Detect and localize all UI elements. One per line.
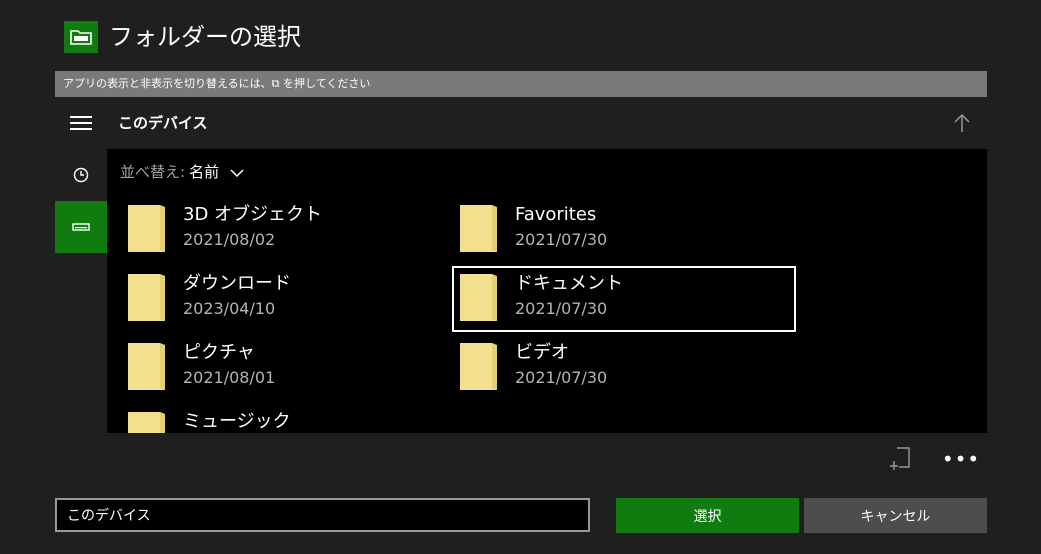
folder-tile[interactable]: ダウンロード 2023/04/10 <box>120 266 464 332</box>
folder-tile[interactable]: ビデオ 2021/07/30 <box>452 335 796 401</box>
sort-label: 並べ替え: <box>120 163 186 181</box>
folder-name: Favorites <box>515 204 597 225</box>
folder-date: 2021/08/01 <box>183 368 276 387</box>
folder-tile[interactable]: ピクチャ 2021/08/01 <box>120 335 464 401</box>
folder-name: ピクチャ <box>183 342 255 363</box>
title-bar: フォルダーの選択 <box>0 0 1041 71</box>
folder-date: 2021/07/30 <box>515 230 608 249</box>
hamburger-menu-button[interactable] <box>55 97 107 149</box>
file-browser: このデバイス 並べ替え: 名前 3D オブジェクト 2021/08/02 Favori… <box>107 97 987 485</box>
hint-text: アプリの表示と非表示を切り替えるには、⧉ を押してください <box>63 77 371 90</box>
new-folder-button[interactable] <box>885 445 915 473</box>
arrow-up-icon <box>954 113 970 132</box>
new-folder-icon <box>890 447 910 470</box>
more-icon: ••• <box>941 447 981 471</box>
chevron-down-icon <box>230 168 244 177</box>
folder-tile[interactable]: ミュージック <box>120 404 464 433</box>
folder-icon <box>128 412 165 433</box>
folder-name: 3D オブジェクト <box>183 204 323 225</box>
current-location: このデバイス <box>118 114 208 132</box>
select-button[interactable]: 選択 <box>616 498 799 533</box>
folder-date: 2021/07/30 <box>515 368 608 387</box>
folder-picker-icon <box>64 21 98 53</box>
folder-tile[interactable]: Favorites 2021/07/30 <box>452 197 796 263</box>
sort-value: 名前 <box>189 163 220 181</box>
folder-path-input[interactable]: このデバイス <box>55 498 590 532</box>
folder-icon <box>128 343 165 390</box>
hamburger-menu-icon <box>70 116 92 130</box>
drive-icon <box>72 223 90 231</box>
command-bar: ••• <box>107 433 987 485</box>
location-header: このデバイス <box>107 97 987 149</box>
clock-icon <box>73 167 89 183</box>
folder-tile[interactable]: ドキュメント 2021/07/30 <box>452 266 796 332</box>
folder-name: ビデオ <box>515 342 569 363</box>
keyboard-hint: アプリの表示と非表示を切り替えるには、⧉ を押してください <box>55 71 987 97</box>
folder-name: ミュージック <box>183 411 291 432</box>
folder-path-text: このデバイス <box>67 508 151 524</box>
folder-tile[interactable]: 3D オブジェクト 2021/08/02 <box>120 197 464 263</box>
cancel-button[interactable]: キャンセル <box>804 498 987 533</box>
folder-name: ダウンロード <box>183 273 291 294</box>
folder-date: 2021/07/30 <box>515 299 608 318</box>
folder-date: 2023/04/10 <box>183 299 276 318</box>
nav-recent[interactable] <box>55 149 107 201</box>
folder-icon <box>460 343 497 390</box>
up-button[interactable] <box>947 109 977 137</box>
folder-icon <box>128 274 165 321</box>
navigation-pane <box>55 97 107 485</box>
window-title: フォルダーの選択 <box>109 23 301 51</box>
folder-icon <box>460 274 497 321</box>
more-button[interactable]: ••• <box>942 445 979 473</box>
folder-icon <box>460 205 497 252</box>
folder-icon <box>128 205 165 252</box>
sort-dropdown[interactable]: 並べ替え: 名前 <box>120 161 244 183</box>
folder-name: ドキュメント <box>515 273 623 294</box>
nav-this-device[interactable] <box>55 201 107 253</box>
folder-grid: 3D オブジェクト 2021/08/02 Favorites 2021/07/30 ダウ… <box>107 197 987 433</box>
folder-date: 2021/08/02 <box>183 230 276 249</box>
